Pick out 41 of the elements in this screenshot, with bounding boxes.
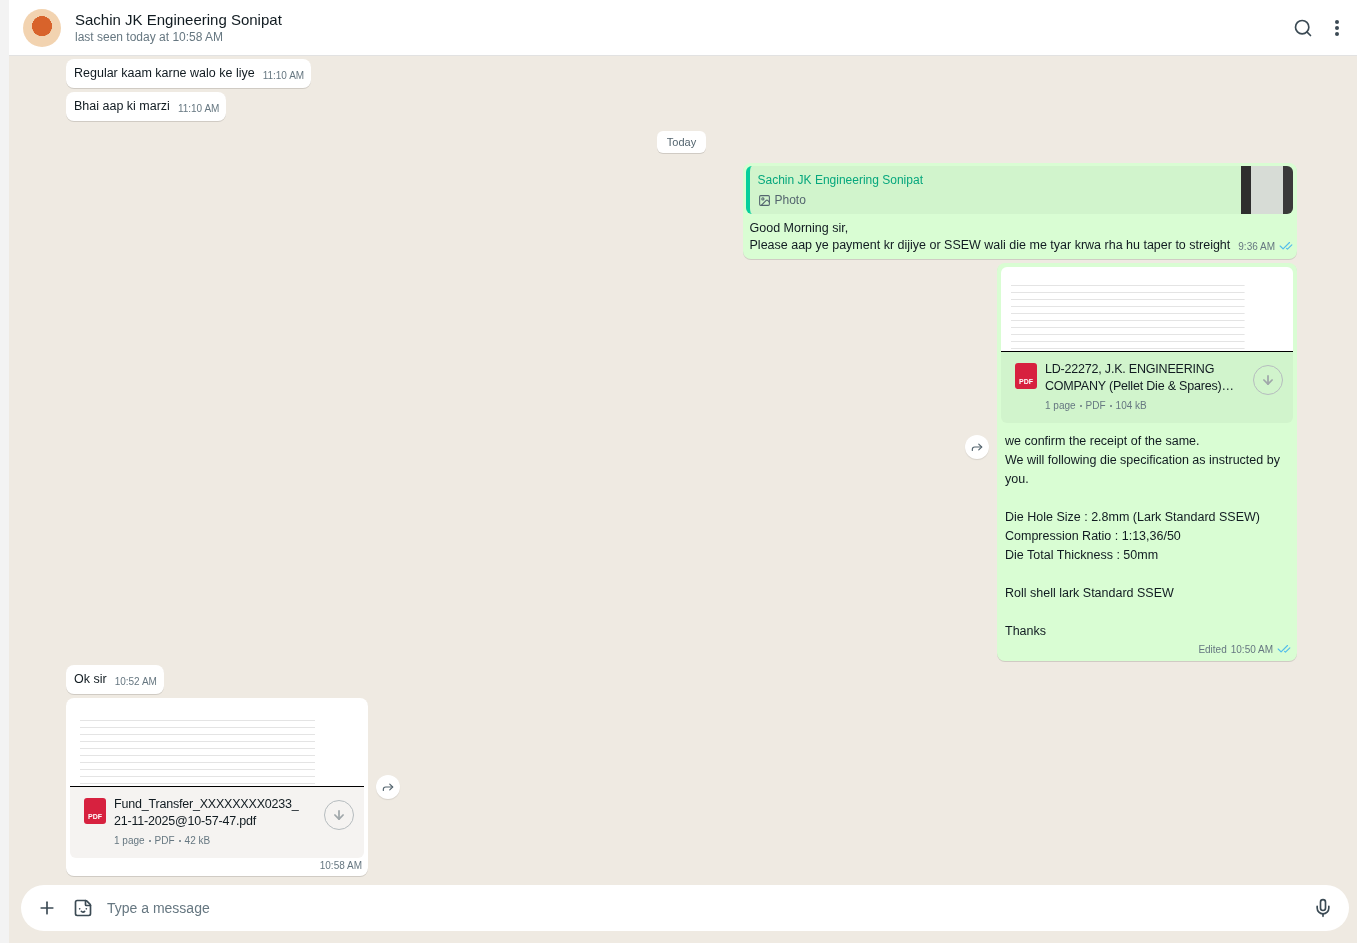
file-name: LD-22272, J.K. ENGINEERING COMPANY (Pellet Die & Spares)… [1045, 361, 1235, 395]
forward-icon [381, 780, 395, 794]
message-text: Bhai aap ki marzi [74, 98, 170, 115]
photo-placeholder [1241, 166, 1293, 214]
message-time: 11:10 AM [177, 103, 220, 114]
sticker-icon [73, 898, 93, 918]
forward-icon [970, 440, 984, 454]
message-time: 10:58 AM [319, 860, 362, 871]
message-time: 9:36 AM [1238, 240, 1275, 252]
file-name: Fund_Transfer_XXXXXXXX0233_ 21-11-2025@10-57-47.pdf [114, 796, 300, 830]
message-text: Regular kaam karne walo ke liye [74, 65, 255, 82]
quote-author: Sachin JK Engineering Sonipat [757, 173, 924, 187]
file-meta: 1 page [114, 835, 145, 846]
message-time: 11:10 AM [262, 70, 305, 81]
contact-avatar[interactable] [23, 8, 61, 47]
file-meta: 42 kB [184, 835, 211, 846]
quote-label: Photo [774, 193, 806, 207]
search-icon [1293, 17, 1313, 38]
contact-name: Sachin JK Engineering Sonipat [75, 11, 283, 28]
message-field[interactable]: Type a message [21, 885, 1349, 931]
file-meta: PDF [154, 835, 175, 846]
quoted-message[interactable]: Sachin JK Engineering Sonipat Photo [745, 166, 1293, 214]
last-seen-status: last seen today at 10:58 AM [75, 30, 225, 44]
message-time: 10:50 AM [1230, 643, 1273, 655]
file-meta: PDF [1085, 400, 1106, 411]
forward-button[interactable] [965, 435, 989, 459]
file-meta: 104 kB [1115, 400, 1147, 411]
download-icon [332, 808, 346, 822]
menu-icon [1335, 19, 1339, 36]
microphone-icon [1313, 898, 1333, 918]
message-text: Ok sir [74, 671, 107, 688]
message-text: Good Morning sir, Please aap ye payment kr dijiye or SSEW wali die me tyar krwa rha hu taper to streight [749, 220, 1231, 254]
forward-button[interactable] [376, 775, 400, 799]
image-icon [757, 193, 771, 207]
message-text: we confirm the receipt of the same. We will following die specification as instructed by you. Die Hole Size : 2.8mm (Lark Standard SSEW) Compression Ratio : 1:13,36/50 Die Total Thickness : 50mm Roll shell lark Standard SSEW Thanks [1005, 434, 1281, 638]
date-divider: Today [656, 131, 707, 153]
message-input[interactable]: Type a message [105, 899, 1301, 917]
edited-label: Edited [1198, 643, 1227, 655]
download-icon [1261, 373, 1275, 387]
file-meta: 1 page [1045, 400, 1076, 411]
message-time: 10:52 AM [114, 676, 157, 687]
